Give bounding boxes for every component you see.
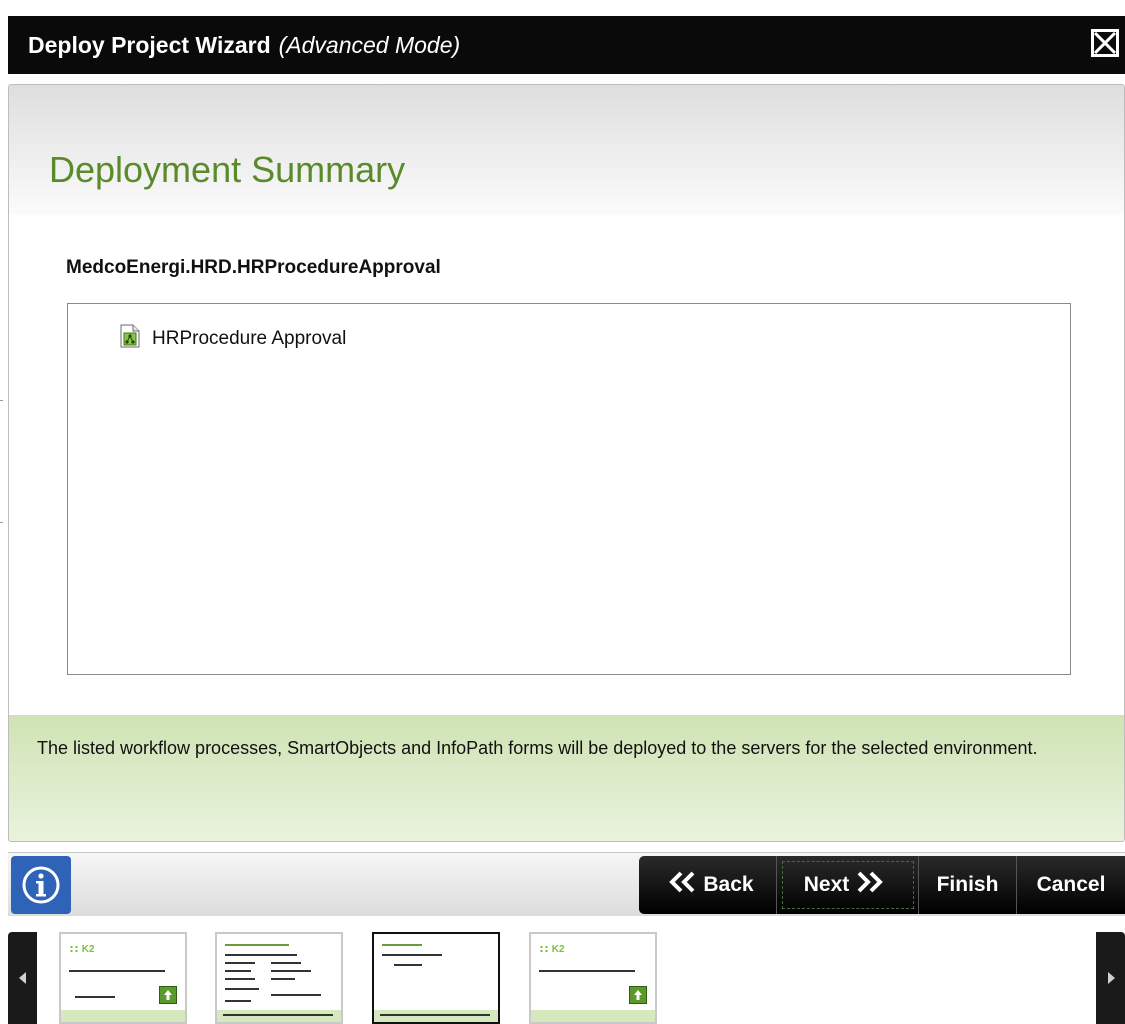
thumb-line: [271, 970, 311, 972]
thumb-band: [531, 1010, 655, 1022]
thumb-line: [69, 970, 165, 972]
back-button[interactable]: Back: [639, 856, 776, 914]
deployment-items-list[interactable]: HRProcedure Approval: [67, 303, 1071, 675]
thumb-line: [380, 1014, 490, 1016]
thumb-line: [539, 970, 635, 972]
upload-icon: [629, 986, 647, 1004]
list-item[interactable]: HRProcedure Approval: [120, 324, 346, 353]
workflow-process-icon: [120, 324, 140, 353]
thumb-line: [394, 964, 422, 966]
next-button[interactable]: Next: [776, 856, 918, 914]
cancel-label: Cancel: [1036, 873, 1106, 896]
cancel-button[interactable]: Cancel: [1016, 856, 1125, 914]
thumb-line: [271, 978, 295, 980]
step-thumbnail[interactable]: K2: [59, 932, 187, 1024]
step-thumbnail-strip: K2 K2: [8, 928, 1125, 1024]
close-icon[interactable]: [1091, 29, 1119, 57]
project-name: MedcoEnergi.HRD.HRProcedureApproval: [66, 257, 441, 278]
step-thumbnail-selected[interactable]: [372, 932, 500, 1024]
thumb-line: [225, 954, 297, 956]
thumb-line: [225, 988, 259, 990]
finish-label: Finish: [936, 873, 999, 896]
k2-logo: K2: [69, 944, 95, 955]
scroll-right-icon[interactable]: [1096, 932, 1125, 1024]
thumb-line: [75, 996, 115, 998]
navigation-buttons: Back Next Finish Cancel: [639, 856, 1125, 914]
double-chevron-right-icon: [855, 871, 885, 899]
step-thumbnail[interactable]: [215, 932, 343, 1024]
thumb-line: [271, 994, 321, 996]
focus-ring: Next: [781, 861, 914, 909]
next-label: Next: [803, 873, 850, 896]
info-text: The listed workflow processes, SmartObje…: [37, 738, 1038, 758]
wizard-page: Deploy Project Wizard (Advanced Mode) De…: [0, 0, 1125, 1024]
wizard-mode: (Advanced Mode): [278, 31, 461, 58]
back-label: Back: [703, 873, 754, 896]
step-thumbnail[interactable]: K2: [529, 932, 657, 1024]
thumb-line: [225, 944, 289, 946]
wizard-title: Deploy Project Wizard: [28, 31, 271, 58]
thumb-line: [225, 978, 255, 980]
page-title: Deployment Summary: [49, 149, 406, 190]
thumb-band: [374, 1010, 498, 1022]
thumb-line: [271, 962, 301, 964]
thumb-line: [223, 1014, 333, 1016]
thumb-line: [382, 944, 422, 946]
double-chevron-left-icon: [667, 871, 697, 899]
k2-logo: K2: [539, 944, 565, 955]
thumb-line: [225, 962, 255, 964]
thumb-line: [225, 1000, 251, 1002]
wizard-titlebar: Deploy Project Wizard (Advanced Mode): [8, 16, 1125, 74]
list-item-label: HRProcedure Approval: [152, 327, 347, 349]
upload-icon: [159, 986, 177, 1004]
thumb-band: [61, 1010, 185, 1022]
thumb-line: [382, 954, 442, 956]
scroll-left-icon[interactable]: [8, 932, 37, 1024]
wizard-button-bar: Back Next Finish Cancel: [8, 852, 1125, 916]
info-icon[interactable]: [11, 856, 71, 914]
thumb-band: [217, 1010, 341, 1022]
edge-tick: [0, 522, 3, 523]
wizard-panel: Deployment Summary MedcoEnergi.HRD.HRPro…: [8, 84, 1125, 842]
finish-button[interactable]: Finish: [918, 856, 1016, 914]
edge-tick: [0, 400, 3, 401]
panel-header: Deployment Summary: [9, 85, 1124, 215]
info-bar: The listed workflow processes, SmartObje…: [9, 715, 1124, 841]
thumb-line: [225, 970, 251, 972]
